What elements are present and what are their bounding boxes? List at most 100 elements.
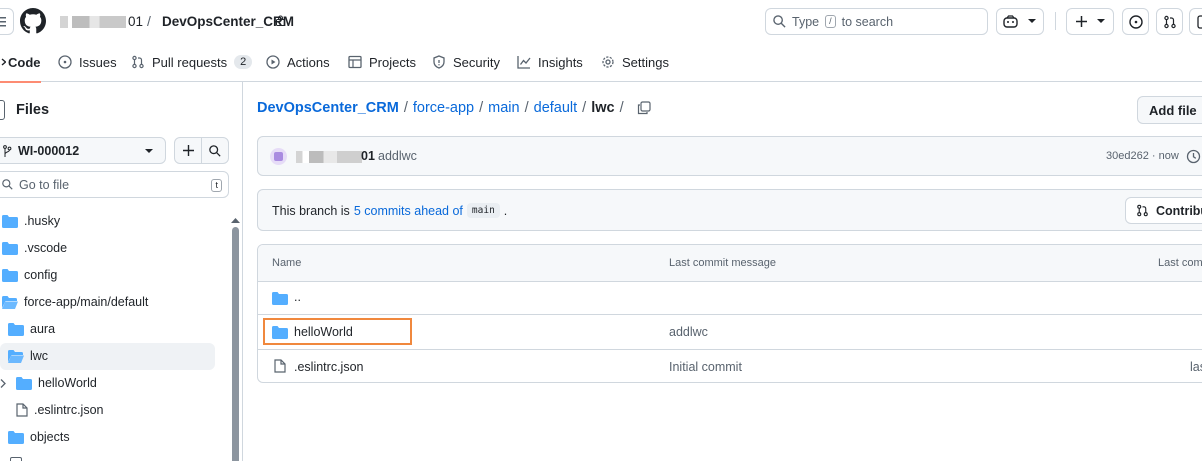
github-logo-icon[interactable] — [20, 8, 46, 34]
search-shortcut-key: / — [825, 15, 836, 28]
tree-item-husky[interactable]: .husky — [2, 208, 60, 234]
copy-icon[interactable] — [637, 101, 651, 115]
tab-label: Settings — [622, 54, 669, 70]
search-placeholder-suffix: to search — [841, 14, 894, 29]
breadcrumb-separator: / — [524, 100, 529, 116]
folder-icon — [8, 430, 24, 444]
tree-item-label: lwc — [30, 349, 49, 363]
commit-message[interactable]: addlwc — [378, 149, 417, 163]
pull-requests-count: 2 — [234, 55, 253, 69]
branch-ahead-notice: This branch is 5 commits ahead of main .… — [257, 189, 1202, 231]
tab-label: Pull requests — [152, 54, 228, 70]
table-row[interactable]: helloWorld addlwc — [258, 314, 1202, 349]
file-table: Name Last commit message Last comm .. he… — [257, 244, 1202, 383]
tab-label: Security — [453, 54, 500, 70]
folder-icon — [272, 292, 288, 305]
tree-item-force-app[interactable]: force-app/main/default — [2, 289, 148, 315]
tree-item-config[interactable]: config — [2, 262, 57, 288]
tree-scrollbar[interactable] — [231, 217, 240, 461]
breadcrumb-separator: / — [582, 100, 587, 116]
column-header-message: Last commit message — [669, 257, 776, 269]
repo-nav-tabs: Code Issues Pull requests 2 Actions Proj… — [0, 42, 1202, 83]
tree-item-eslintrc[interactable]: .eslintrc.json — [16, 397, 103, 423]
chevron-right-icon[interactable] — [0, 378, 6, 388]
branch-name: WI-000012 — [18, 143, 80, 158]
tab-code[interactable]: Code — [0, 42, 41, 83]
breadcrumb-repo-link[interactable]: DevOpsCenter_CRM — [257, 100, 399, 116]
latest-commit-box: 01 addlwc 30ed262 · now — [257, 136, 1202, 176]
tree-item-label: .eslintrc.json — [34, 403, 104, 417]
tab-settings[interactable]: Settings — [601, 42, 669, 82]
contribute-button[interactable]: Contribu — [1125, 197, 1202, 224]
search-input[interactable]: Type / to search — [765, 8, 988, 35]
branch-selector[interactable]: WI-000012 — [0, 137, 166, 164]
create-new-button[interactable] — [1066, 8, 1114, 35]
tree-item-label: force-app/main/default — [24, 295, 149, 309]
tab-pull-requests[interactable]: Pull requests 2 — [131, 42, 253, 82]
menu-button[interactable] — [0, 8, 14, 35]
contribute-label: Contribu — [1156, 203, 1202, 218]
parent-dir-link[interactable]: .. — [294, 290, 301, 304]
tree-item-objects[interactable]: objects — [8, 424, 70, 450]
tab-issues[interactable]: Issues — [58, 42, 117, 82]
base-branch-label[interactable]: main — [466, 203, 500, 218]
files-title: Files — [16, 102, 50, 118]
row-commit-date: las — [1190, 360, 1202, 374]
row-commit-message[interactable]: Initial commit — [669, 360, 742, 374]
search-placeholder-prefix: Type — [792, 14, 820, 29]
commits-ahead-link[interactable]: 5 commits ahead of — [354, 204, 463, 218]
scrollbar-thumb[interactable] — [232, 227, 239, 461]
search-files-button[interactable] — [201, 137, 229, 164]
add-file-button[interactable]: Add file — [1137, 96, 1202, 124]
tab-security[interactable]: Security — [432, 42, 500, 82]
breadcrumb-separator: / — [479, 100, 484, 116]
commit-hash-time[interactable]: 30ed262 · now — [1106, 150, 1179, 162]
add-file-button[interactable] — [174, 137, 202, 164]
go-to-file-input[interactable]: Go to file t — [0, 171, 229, 198]
top-bar: 01 / DevOpsCenter_CRM Type / to search — [0, 0, 1202, 42]
scroll-up-icon — [231, 218, 240, 223]
commit-author-suffix[interactable]: 01 — [361, 149, 375, 163]
tree-item-lwc[interactable]: lwc — [8, 343, 48, 369]
row-commit-message[interactable]: addlwc — [669, 325, 708, 339]
repo-name[interactable]: DevOpsCenter_CRM — [162, 14, 294, 29]
breadcrumb-link[interactable]: main — [488, 100, 519, 116]
tab-actions[interactable]: Actions — [266, 42, 330, 82]
helloworld-link[interactable]: helloWorld — [294, 325, 353, 339]
branch-icon — [3, 144, 12, 157]
search-icon — [2, 179, 13, 190]
folder-icon — [2, 241, 18, 255]
history-icon[interactable] — [1186, 149, 1201, 164]
table-row[interactable]: .eslintrc.json Initial commit las — [258, 349, 1202, 382]
breadcrumb-link[interactable]: force-app — [413, 100, 474, 116]
owner-redacted-block — [60, 15, 126, 28]
column-header-date: Last comm — [1158, 257, 1202, 269]
lock-icon — [276, 15, 285, 26]
tree-item-helloworld[interactable]: helloWorld — [0, 370, 97, 396]
tab-insights[interactable]: Insights — [517, 42, 583, 82]
go-to-file-placeholder: Go to file — [19, 177, 70, 192]
eslintrc-link[interactable]: .eslintrc.json — [294, 360, 363, 374]
tab-label: Projects — [369, 54, 416, 70]
notice-suffix: . — [503, 203, 508, 218]
pull-requests-button[interactable] — [1156, 8, 1183, 35]
folder-icon — [8, 322, 24, 336]
breadcrumb-link[interactable]: default — [534, 100, 578, 116]
tree-item-vscode[interactable]: .vscode — [2, 235, 67, 261]
chevron-down-icon — [1028, 19, 1036, 23]
file-icon — [16, 403, 28, 417]
avatar[interactable] — [270, 148, 287, 165]
pull-request-icon — [132, 55, 144, 69]
play-icon — [266, 55, 280, 69]
issues-button[interactable] — [1122, 8, 1149, 35]
tree-item-aura[interactable]: aura — [8, 316, 55, 342]
plus-icon — [182, 145, 194, 156]
shield-icon — [433, 55, 445, 69]
repo-owner[interactable]: 01 — [60, 14, 143, 29]
table-row[interactable]: .. — [258, 281, 1202, 314]
notice-prefix: This branch is — [272, 203, 350, 218]
tab-projects[interactable]: Projects — [348, 42, 416, 82]
inbox-button[interactable] — [1189, 8, 1202, 35]
search-icon — [209, 144, 221, 157]
copilot-button[interactable] — [996, 8, 1044, 35]
